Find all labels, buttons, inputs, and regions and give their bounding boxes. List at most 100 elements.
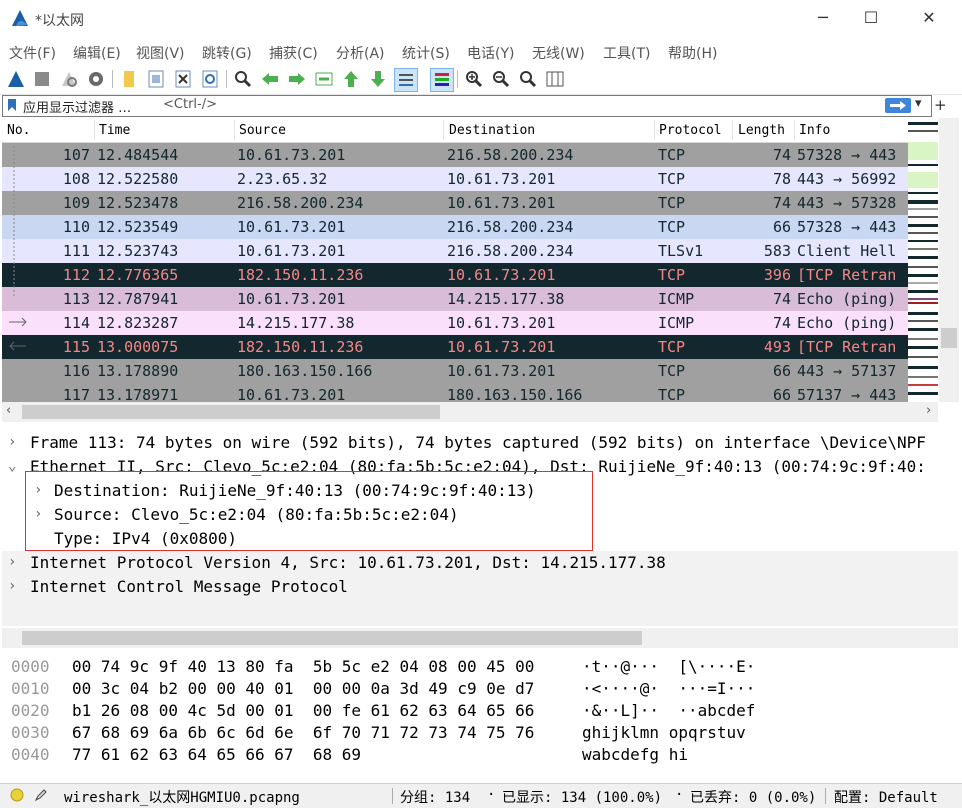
resize-columns-icon[interactable] [544, 68, 566, 90]
details-horizontal-scrollbar[interactable] [2, 628, 958, 648]
display-filter-bar[interactable]: 应用显示过滤器 … <Ctrl-/> ▾ [2, 95, 932, 117]
table-row[interactable]: 115 13.000075 182.150.11.236 10.61.73.201 TC… [2, 335, 908, 359]
menu-tools[interactable]: 工具(T) [603, 43, 650, 63]
go-forward-icon[interactable] [286, 68, 308, 90]
packet-list-vertical-scrollbar[interactable] [939, 118, 959, 402]
menu-analyze[interactable]: 分析(A) [336, 43, 385, 63]
cell-destination: 10.61.73.201 [447, 170, 556, 188]
bytes-ascii[interactable]: ·&··L]·· ··abcdef [582, 701, 755, 720]
bytes-hex[interactable]: 00 3c 04 b2 00 00 40 01 00 00 0a 3d 49 c… [72, 679, 534, 698]
bytes-hex[interactable]: 77 61 62 63 64 65 66 67 68 69 [72, 745, 361, 764]
packet-list-horizontal-scrollbar[interactable]: ‹ › [2, 402, 938, 422]
column-time[interactable]: Time [99, 123, 130, 138]
close-file-icon[interactable] [172, 68, 194, 90]
table-row[interactable]: 111 12.523743 10.61.73.201 216.58.200.234 TL… [2, 239, 908, 263]
status-profile[interactable]: 配置: Default [834, 787, 938, 807]
bytes-ascii[interactable]: ghijklmn opqrstuv [582, 723, 746, 742]
menu-edit[interactable]: 编辑(E) [73, 43, 121, 63]
table-row[interactable]: 114 12.823287 14.215.177.38 10.61.73.201 ICM… [2, 311, 908, 335]
table-row[interactable]: 108 12.522580 2.23.65.32 10.61.73.201 TCP 78 4… [2, 167, 908, 191]
column-length[interactable]: Length [738, 123, 785, 138]
maximize-button[interactable]: ☐ [848, 0, 894, 38]
table-row[interactable]: 110 12.523549 10.61.73.201 216.58.200.234 TC… [2, 215, 908, 239]
capture-comment-icon[interactable] [34, 788, 48, 802]
find-packet-icon[interactable] [232, 68, 254, 90]
tree-frame[interactable]: › Frame 113: 74 bytes on wire (592 bits)… [2, 431, 958, 455]
scroll-right-icon[interactable]: › [926, 403, 931, 418]
reload-file-icon[interactable] [199, 68, 221, 90]
cell-source: 10.61.73.201 [237, 146, 346, 164]
packet-bytes-pane: 0000 00 74 9c 9f 40 13 80 fa 5b 5c e2 04 … [2, 656, 958, 780]
expand-icon[interactable]: › [8, 554, 16, 570]
apply-filter-button[interactable] [885, 98, 911, 113]
bytes-ascii[interactable]: ·<····@· ···=I··· [582, 679, 755, 698]
scroll-left-icon[interactable]: ‹ [6, 403, 11, 418]
tree-ipv4[interactable]: › Internet Protocol Version 4, Src: 10.6… [2, 551, 958, 575]
bytes-offset[interactable]: 0020 [11, 701, 50, 720]
menu-help[interactable]: 帮助(H) [668, 43, 717, 63]
cell-time: 13.178971 [97, 386, 179, 402]
bytes-offset[interactable]: 0000 [11, 657, 50, 676]
tree-icmp[interactable]: › Internet Control Message Protocol [2, 575, 958, 599]
packet-minimap[interactable] [908, 120, 938, 400]
scrollbar-thumb[interactable] [941, 328, 957, 348]
go-to-packet-icon[interactable] [313, 68, 335, 90]
menu-statistics[interactable]: 统计(S) [402, 43, 450, 63]
cell-info: Client Hell [797, 242, 897, 260]
table-row[interactable]: 107 12.484544 10.61.73.201 216.58.200.234 TC… [2, 143, 908, 167]
table-row[interactable]: 117 13.178971 10.61.73.201 180.163.150.166 T… [2, 383, 908, 402]
bytes-offset[interactable]: 0040 [11, 745, 50, 764]
bytes-offset[interactable]: 0030 [11, 723, 50, 742]
scrollbar-thumb[interactable] [22, 405, 440, 419]
column-info[interactable]: Info [799, 123, 830, 138]
filter-dropdown-icon[interactable]: ▾ [915, 96, 922, 111]
bookmark-icon[interactable] [7, 98, 17, 112]
bytes-hex[interactable]: b1 26 08 00 4c 5d 00 01 00 fe 61 62 63 6… [72, 701, 534, 720]
close-button[interactable]: ✕ [906, 0, 952, 38]
column-protocol[interactable]: Protocol [659, 123, 722, 138]
zoom-reset-icon[interactable] [517, 68, 539, 90]
bytes-ascii[interactable]: wabcdefg hi [582, 745, 688, 764]
minimize-button[interactable]: ─ [800, 0, 846, 38]
go-back-icon[interactable] [259, 68, 281, 90]
column-destination[interactable]: Destination [449, 123, 535, 138]
zoom-in-icon[interactable] [463, 68, 485, 90]
column-source[interactable]: Source [239, 123, 286, 138]
cell-time: 12.523478 [97, 194, 179, 212]
menu-view[interactable]: 视图(V) [136, 43, 185, 63]
collapse-icon[interactable]: ⌄ [8, 458, 16, 474]
table-row[interactable]: 113 12.787941 10.61.73.201 14.215.177.38 ICM… [2, 287, 908, 311]
menu-file[interactable]: 文件(F) [9, 43, 56, 63]
bytes-offset[interactable]: 0010 [11, 679, 50, 698]
bytes-hex[interactable]: 00 74 9c 9f 40 13 80 fa 5b 5c e2 04 08 0… [72, 657, 534, 676]
expert-info-icon[interactable] [10, 788, 24, 802]
zoom-out-icon[interactable] [490, 68, 512, 90]
cell-protocol: ICMP [658, 314, 695, 332]
menu-capture[interactable]: 捕获(C) [269, 43, 318, 63]
go-first-packet-icon[interactable] [340, 68, 362, 90]
go-last-packet-icon[interactable] [367, 68, 389, 90]
cell-protocol: TCP [658, 194, 686, 212]
open-file-icon[interactable] [118, 68, 140, 90]
table-row[interactable]: 109 12.523478 216.58.200.234 10.61.73.201 TC… [2, 191, 908, 215]
menu-go[interactable]: 跳转(G) [202, 43, 252, 63]
column-no[interactable]: No. [7, 123, 30, 138]
expand-icon[interactable]: › [8, 434, 16, 450]
restart-capture-icon[interactable] [58, 68, 80, 90]
bytes-ascii[interactable]: ·t··@··· [\····E· [582, 657, 755, 676]
menu-telephony[interactable]: 电话(Y) [467, 43, 514, 63]
status-separator: · [487, 787, 496, 803]
save-file-icon[interactable] [145, 68, 167, 90]
bytes-hex[interactable]: 67 68 69 6a 6b 6c 6d 6e 6f 70 71 72 73 7… [72, 723, 534, 742]
capture-options-icon[interactable] [85, 68, 107, 90]
expand-icon[interactable]: › [8, 578, 16, 594]
table-row[interactable]: 112 12.776365 182.150.11.236 10.61.73.201 TC… [2, 263, 908, 287]
auto-scroll-icon[interactable] [394, 68, 418, 92]
stop-capture-icon[interactable] [31, 68, 53, 90]
add-filter-button[interactable]: + [934, 96, 947, 114]
menu-wireless[interactable]: 无线(W) [532, 43, 585, 63]
start-capture-icon[interactable] [5, 68, 27, 90]
scrollbar-thumb[interactable] [22, 631, 642, 645]
colorize-icon[interactable] [430, 68, 454, 92]
table-row[interactable]: 116 13.178890 180.163.150.166 10.61.73.201 T… [2, 359, 908, 383]
